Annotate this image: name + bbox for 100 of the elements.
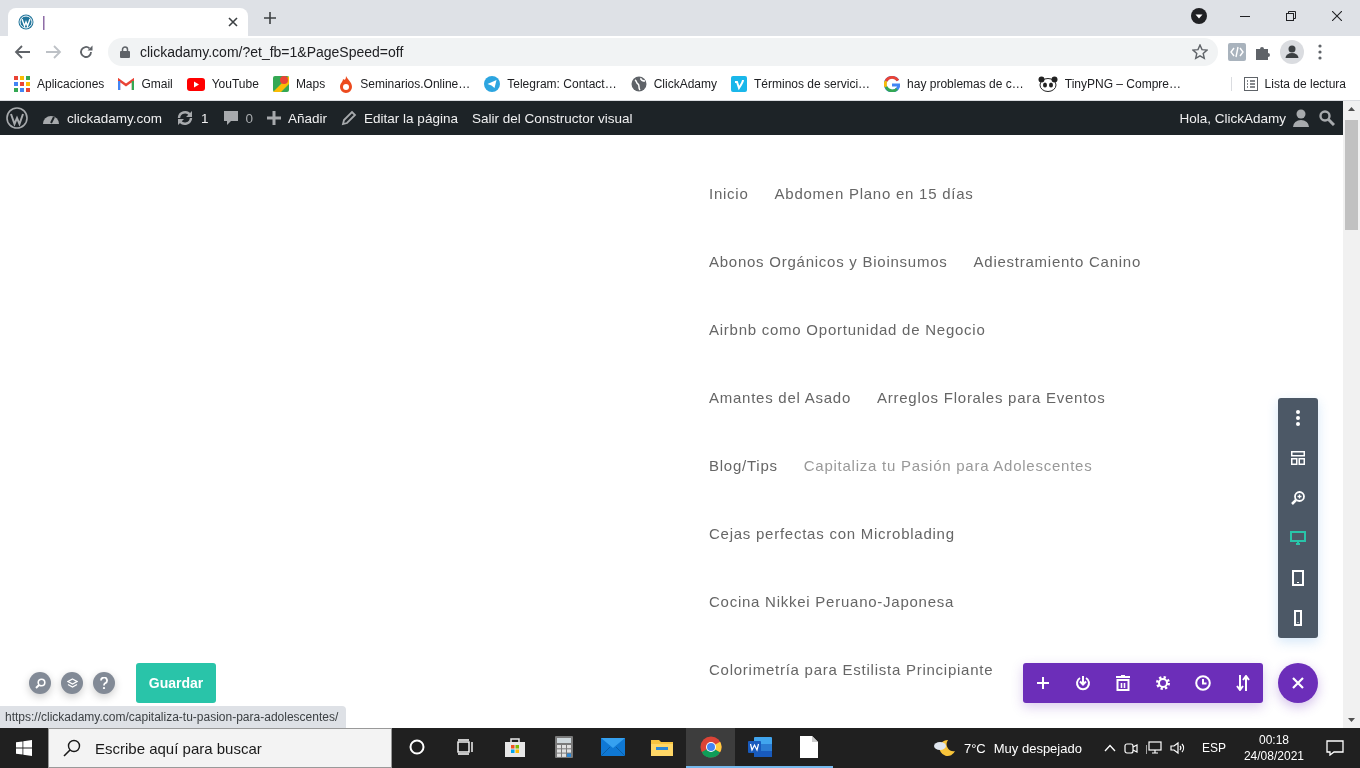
- bookmark[interactable]: TinyPNG – Compre…: [1037, 76, 1182, 92]
- address-bar[interactable]: clickadamy.com/?et_fb=1&PageSpeed=off: [108, 38, 1218, 66]
- bookmark[interactable]: Telegram: Contact…: [484, 76, 617, 92]
- more-vertical-icon[interactable]: [1318, 44, 1322, 60]
- refresh-arrows-icon: [176, 110, 195, 126]
- close-icon: [1292, 677, 1304, 689]
- blank-document-icon: [799, 736, 818, 758]
- nav-link[interactable]: Cocina Nikkei Peruano-Japonesa: [709, 592, 955, 610]
- layers-icon: [66, 677, 78, 689]
- clock[interactable]: 00:18 24/08/2021: [1243, 732, 1304, 764]
- close-icon: [1332, 11, 1342, 21]
- nav-link[interactable]: Abdomen Plano en 15 días: [774, 184, 974, 202]
- wordpress-logo-icon[interactable]: [6, 107, 28, 129]
- browser-tab[interactable]: |: [8, 8, 248, 36]
- windows-logo-icon: [16, 740, 32, 756]
- close-builder-button[interactable]: [1278, 663, 1318, 703]
- updates-link[interactable]: 1: [176, 110, 209, 126]
- globe-icon: [630, 76, 647, 92]
- notification-bubble-icon[interactable]: [1326, 740, 1344, 756]
- search-icon: [34, 677, 46, 689]
- close-tab-button[interactable]: [228, 17, 238, 27]
- flame-icon: [339, 75, 354, 93]
- nav-link[interactable]: Adiestramiento Canino: [973, 252, 1142, 270]
- smartphone-icon: [1294, 610, 1302, 626]
- plus-icon: [267, 111, 282, 125]
- google-logo-icon: [884, 76, 901, 92]
- map-pin-icon: [272, 76, 289, 92]
- zoom-button[interactable]: [29, 672, 51, 694]
- profile-avatar-icon[interactable]: [1280, 40, 1304, 64]
- bookmark[interactable]: Maps: [272, 76, 326, 92]
- camera-icon[interactable]: [1123, 741, 1138, 755]
- zoom-in-icon: [1291, 491, 1305, 505]
- nav-link[interactable]: Inicio: [709, 184, 749, 202]
- close-icon: [228, 17, 238, 27]
- weather-text[interactable]: Muy despejado: [993, 740, 1082, 756]
- monitor-icon: [1290, 531, 1306, 545]
- nav-link[interactable]: Amantes del Asado: [709, 388, 851, 406]
- taskbar-search-field[interactable]: Escribe aquí para buscar: [48, 728, 392, 768]
- trash-icon: [1116, 675, 1130, 691]
- edit-page-link[interactable]: Editar la página: [341, 110, 458, 126]
- user-silhouette-icon: [1293, 109, 1309, 127]
- more-vertical-icon: [1296, 410, 1300, 426]
- up-down-arrows-icon: [1236, 675, 1250, 691]
- layers-button[interactable]: [61, 672, 83, 694]
- language-indicator[interactable]: ESP: [1201, 741, 1226, 755]
- chevron-up-icon[interactable]: [1103, 744, 1116, 752]
- folder-icon: [650, 738, 673, 756]
- temperature-text[interactable]: 7°C: [963, 740, 986, 756]
- clock-icon: [1195, 675, 1211, 691]
- bookmark[interactable]: Seminarios.Online…: [339, 75, 471, 93]
- nav-link[interactable]: Arreglos Florales para Eventos: [877, 388, 1106, 406]
- nav-link[interactable]: Blog/Tips: [709, 456, 778, 474]
- bookmark[interactable]: Gmail: [118, 77, 173, 91]
- speaker-icon[interactable]: [1169, 741, 1186, 755]
- moon-cloud-icon[interactable]: [933, 738, 956, 758]
- panda-icon: [1037, 76, 1058, 92]
- layout-icon: [1291, 451, 1305, 465]
- calculator-icon: [554, 736, 573, 758]
- status-url-tooltip: https://clickadamy.com/capitaliza-tu-pasion-para-adolescentes/: [0, 706, 347, 728]
- minimize-icon: [1240, 15, 1250, 17]
- search-icon[interactable]: [1319, 110, 1335, 126]
- exit-builder-link[interactable]: Salir del Constructor visual: [471, 110, 633, 126]
- bookmark[interactable]: Aplicaciones: [14, 76, 105, 92]
- network-monitor-icon[interactable]: [1145, 741, 1162, 755]
- settings-icon: [1155, 675, 1171, 691]
- address-text: clickadamy.com/?et_fb=1&PageSpeed=off: [140, 44, 405, 60]
- nav-link[interactable]: Cejas perfectas con Microblading: [709, 524, 955, 542]
- shopping-bag-icon: [503, 736, 526, 758]
- question-mark-icon: [100, 677, 108, 689]
- vimeo-logo-icon: [731, 76, 747, 92]
- nav-link[interactable]: Airbnb como Oportunidad de Negocio: [709, 320, 986, 338]
- apps-grid-icon: [14, 76, 30, 92]
- bookmark[interactable]: YouTube: [186, 77, 259, 91]
- taskbar-app-button[interactable]: [686, 728, 735, 768]
- list-icon: [1243, 77, 1258, 91]
- account-link[interactable]: Hola, ClickAdamy: [1179, 109, 1309, 127]
- search-icon: [63, 739, 81, 757]
- bookmark[interactable]: Términos de servici…: [731, 76, 871, 92]
- plus-icon: [1037, 677, 1049, 689]
- speech-bubble-icon: [222, 110, 239, 126]
- help-button[interactable]: [93, 672, 115, 694]
- bookmark[interactable]: ClickAdamy: [630, 76, 717, 92]
- nav-link[interactable]: Colorimetría para Estilista Principiante: [709, 660, 994, 678]
- wordpress-logo-icon: [18, 14, 34, 30]
- arrow-left-icon: [14, 45, 30, 59]
- add-new-link[interactable]: Añadir: [267, 110, 328, 126]
- arrow-right-icon: [46, 45, 62, 59]
- tablet-icon: [1292, 570, 1304, 586]
- bookmark[interactable]: hay problemas de c…: [884, 76, 1024, 92]
- reading-list-button[interactable]: Lista de lectura: [1230, 77, 1346, 91]
- plus-icon: [264, 12, 276, 24]
- paper-plane-icon: [484, 76, 501, 92]
- task-view-icon: [456, 739, 475, 755]
- comments-link[interactable]: 0: [222, 110, 254, 126]
- time-text: 00:18: [1258, 732, 1289, 748]
- site-name-link[interactable]: clickadamy.com: [42, 110, 163, 126]
- nav-link[interactable]: Abonos Orgánicos y Bioinsumos: [709, 252, 948, 270]
- word-document-icon: [747, 736, 772, 758]
- search-placeholder: Escribe aquí para buscar: [95, 739, 262, 757]
- star-icon[interactable]: [1192, 44, 1208, 60]
